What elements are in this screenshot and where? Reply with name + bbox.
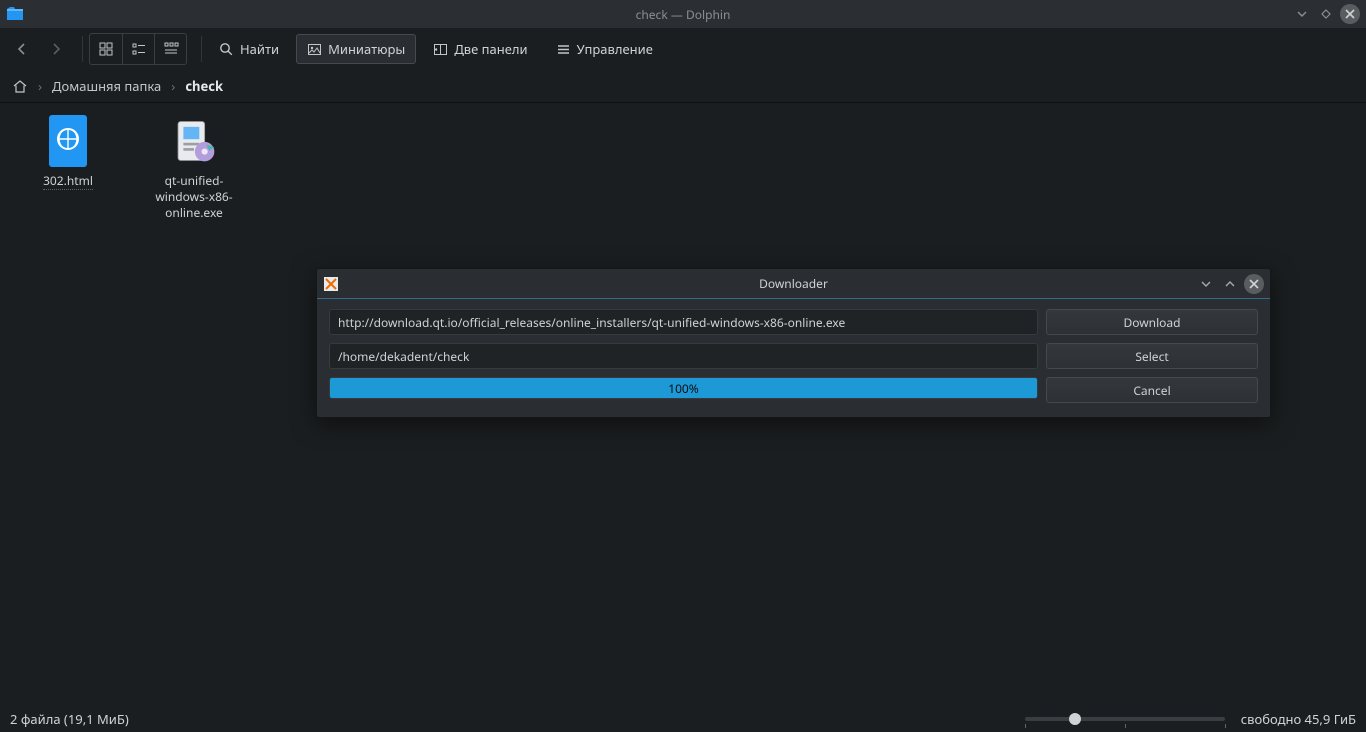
status-right: свободно 45,9 ГиБ [1241,710,1356,728]
zoom-thumb[interactable] [1069,713,1081,725]
toolbar-separator [201,36,202,62]
file-name: 302.html [43,173,93,190]
status-left: 2 файла (19,1 МиБ) [10,710,129,728]
find-button[interactable]: Найти [208,34,290,64]
image-icon [307,42,322,57]
file-item[interactable]: qt-unified-windows-x86-online.exe [144,113,244,222]
toolbar: Найти Миниатюры Две панели Управление [0,28,1366,70]
forward-button[interactable] [42,35,70,63]
window-maximize-button[interactable] [1316,4,1336,24]
search-icon [219,42,234,57]
progress-label: 100% [330,378,1037,398]
dialog-close-button[interactable] [1244,274,1264,294]
find-label: Найти [240,40,279,58]
window-close-button[interactable] [1340,4,1360,24]
progress-bar: 100% [329,377,1038,399]
window-titlebar: check — Dolphin [0,0,1366,28]
preview-label: Миниатюры [328,40,405,58]
breadcrumb-separator: › [171,77,175,95]
zoom-slider[interactable] [1025,717,1225,721]
home-icon[interactable] [12,78,28,94]
view-details-button[interactable] [154,34,186,64]
dialog-title: Downloader [317,275,1270,292]
breadcrumb-separator: › [38,77,42,95]
file-name: qt-unified-windows-x86-online.exe [144,173,244,222]
select-button[interactable]: Select [1046,343,1258,369]
dialog-minimize-button[interactable] [1196,274,1216,294]
control-label: Управление [577,40,653,58]
file-item[interactable]: 302.html [18,113,118,190]
download-button[interactable]: Download [1046,309,1258,335]
path-input[interactable] [329,343,1038,369]
exe-file-icon [171,113,217,169]
toolbar-separator [82,36,83,62]
url-input[interactable] [329,309,1038,335]
hamburger-icon [556,42,571,57]
control-button[interactable]: Управление [545,34,664,64]
view-icons-button[interactable] [90,34,122,64]
cancel-button[interactable]: Cancel [1046,377,1258,403]
window-title: check — Dolphin [0,6,1366,23]
app-icon [6,5,24,23]
breadcrumb-current[interactable]: check [185,77,223,95]
window-minimize-button[interactable] [1292,4,1312,24]
split-icon [433,42,448,57]
dialog-maximize-button[interactable] [1220,274,1240,294]
dialog-titlebar[interactable]: Downloader [317,269,1270,299]
breadcrumb: › Домашняя папка › check [0,70,1366,102]
view-mode-group [89,33,187,65]
view-compact-button[interactable] [122,34,154,64]
back-button[interactable] [8,35,36,63]
downloader-dialog: Downloader Download Select 100% Cancel [316,268,1271,418]
preview-button[interactable]: Миниатюры [296,34,416,64]
breadcrumb-home[interactable]: Домашняя папка [52,77,161,95]
split-button[interactable]: Две панели [422,34,538,64]
status-bar: 2 файла (19,1 МиБ) свободно 45,9 ГиБ [0,706,1366,732]
split-label: Две панели [454,40,527,58]
html-file-icon [45,113,91,169]
